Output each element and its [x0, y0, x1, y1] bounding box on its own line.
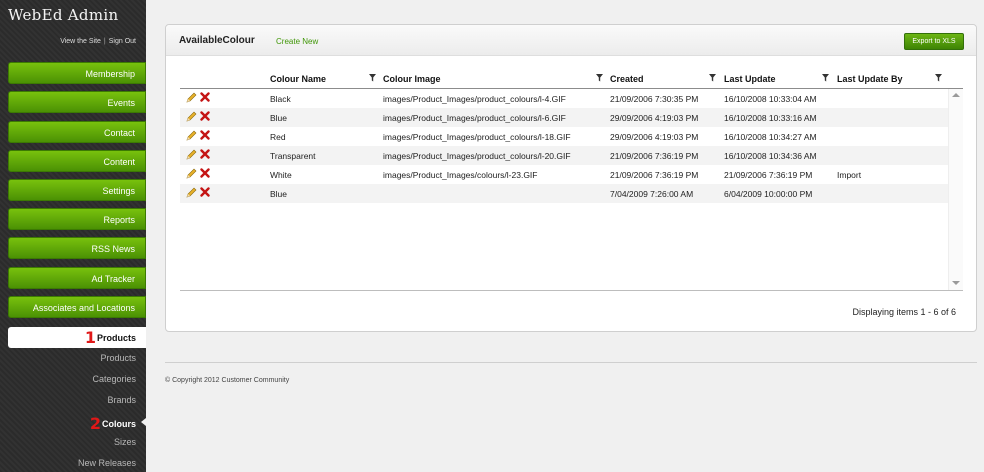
subnav-sizes[interactable]: Sizes [0, 437, 136, 447]
column-header-colour-image[interactable]: Colour Image [383, 74, 441, 84]
cell-colour-name: Black [270, 94, 291, 104]
link-separator: | [103, 38, 106, 45]
table-row[interactable]: White images/Product_Images/colours/l-23… [180, 165, 948, 184]
scroll-down-icon[interactable] [952, 281, 960, 285]
column-header-created[interactable]: Created [610, 74, 644, 84]
nav-ad-tracker[interactable]: Ad Tracker [8, 267, 146, 289]
table-row[interactable]: Red images/Product_Images/product_colour… [180, 127, 948, 146]
brand-logo: WebEd Admin [8, 6, 119, 24]
table-row[interactable]: Blue images/Product_Images/product_colou… [180, 108, 948, 127]
cell-last-update: 16/10/2008 10:34:36 AM [724, 151, 817, 161]
step-badge-1: 1 [84, 328, 96, 347]
subnav-brands[interactable]: Brands [0, 395, 136, 405]
cell-last-update: 21/09/2006 7:36:19 PM [724, 170, 813, 180]
grid-header: Colour Name Colour Image Created Last Up… [180, 69, 963, 89]
filter-icon[interactable] [822, 74, 829, 82]
cell-created: 21/09/2006 7:36:19 PM [610, 151, 699, 161]
cell-colour-image: images/Product_Images/product_colours/l-… [383, 113, 566, 123]
edit-pencil-icon[interactable] [185, 130, 197, 142]
cell-colour-image: images/Product_Images/colours/l-23.GIF [383, 170, 538, 180]
cell-colour-name: White [270, 170, 292, 180]
filter-icon[interactable] [709, 74, 716, 82]
filter-icon[interactable] [935, 74, 942, 82]
cell-created: 21/09/2006 7:30:35 PM [610, 94, 699, 104]
cell-colour-name: Red [270, 132, 286, 142]
export-xls-button[interactable]: Export to XLS [904, 33, 964, 50]
subnav-colours-label: Colours [101, 419, 136, 429]
active-pointer-icon [141, 418, 146, 426]
paging-info: Displaying items 1 - 6 of 6 [852, 307, 956, 317]
delete-icon[interactable] [200, 92, 210, 102]
create-new-link[interactable]: Create New [276, 37, 318, 46]
nav-associates-locations[interactable]: Associates and Locations [8, 296, 146, 318]
nav-settings[interactable]: Settings [8, 179, 146, 201]
sidebar: WebEd Admin View the Site | Sign Out Membe… [0, 0, 146, 472]
view-site-link[interactable]: View the Site [60, 38, 101, 45]
cell-colour-name: Blue [270, 189, 288, 199]
edit-pencil-icon[interactable] [185, 168, 197, 180]
nav-rss-news[interactable]: RSS News [8, 237, 146, 259]
table-row[interactable]: Transparent images/Product_Images/produc… [180, 146, 948, 165]
column-header-last-update-by[interactable]: Last Update By [837, 74, 903, 84]
nav-products-active[interactable]: 1Products [8, 327, 146, 348]
filter-icon[interactable] [596, 74, 603, 82]
delete-icon[interactable] [200, 111, 210, 121]
cell-colour-image: images/Product_Images/product_colours/l-… [383, 132, 571, 142]
edit-pencil-icon[interactable] [185, 92, 197, 104]
subnav-colours[interactable]: 2Colours [0, 414, 136, 433]
subnav-new-releases[interactable]: New Releases [0, 458, 136, 468]
sign-out-link[interactable]: Sign Out [109, 38, 136, 45]
copyright-text: © Copyright 2012 Customer Community [165, 377, 290, 384]
table-row[interactable]: Blue 7/04/2009 7:26:00 AM 6/04/2009 10:0… [180, 184, 948, 203]
top-links: View the Site | Sign Out [60, 38, 136, 45]
delete-icon[interactable] [200, 187, 210, 197]
nav-membership[interactable]: Membership [8, 62, 146, 84]
delete-icon[interactable] [200, 130, 210, 140]
nav-contact[interactable]: Contact [8, 121, 146, 143]
cell-colour-name: Blue [270, 113, 288, 123]
vertical-scrollbar[interactable] [948, 89, 963, 290]
cell-colour-name: Transparent [270, 151, 316, 161]
content-panel: AvailableColour Create New Export to XLS… [165, 24, 977, 332]
page-title: AvailableColour [179, 35, 255, 46]
cell-created: 7/04/2009 7:26:00 AM [610, 189, 694, 199]
cell-last-update: 6/04/2009 10:00:00 PM [724, 189, 813, 199]
cell-last-update-by: Import [837, 170, 862, 180]
nav-products-label: Products [96, 333, 136, 343]
cell-last-update: 16/10/2008 10:33:16 AM [724, 113, 817, 123]
delete-icon[interactable] [200, 168, 210, 178]
data-grid: Colour Name Colour Image Created Last Up… [180, 69, 963, 291]
filter-icon[interactable] [369, 74, 376, 82]
cell-created: 21/09/2006 7:36:19 PM [610, 170, 699, 180]
subnav-products[interactable]: Products [0, 353, 136, 363]
edit-pencil-icon[interactable] [185, 111, 197, 123]
column-header-colour-name[interactable]: Colour Name [270, 74, 326, 84]
nav-reports[interactable]: Reports [8, 208, 146, 230]
footer-divider [165, 362, 977, 363]
table-row[interactable]: Black images/Product_Images/product_colo… [180, 89, 948, 108]
panel-header: AvailableColour Create New Export to XLS [166, 25, 976, 56]
cell-colour-image: images/Product_Images/product_colours/l-… [383, 94, 566, 104]
cell-last-update: 16/10/2008 10:34:27 AM [724, 132, 817, 142]
nav-events[interactable]: Events [8, 91, 146, 113]
column-header-last-update[interactable]: Last Update [724, 74, 776, 84]
cell-colour-image: images/Product_Images/product_colours/l-… [383, 151, 571, 161]
step-badge-2: 2 [89, 414, 101, 433]
edit-pencil-icon[interactable] [185, 187, 197, 199]
nav-content[interactable]: Content [8, 150, 146, 172]
cell-last-update: 16/10/2008 10:33:04 AM [724, 94, 817, 104]
delete-icon[interactable] [200, 149, 210, 159]
subnav-categories[interactable]: Categories [0, 374, 136, 384]
cell-created: 29/09/2006 4:19:03 PM [610, 132, 699, 142]
edit-pencil-icon[interactable] [185, 149, 197, 161]
scroll-up-icon[interactable] [952, 93, 960, 97]
cell-created: 29/09/2006 4:19:03 PM [610, 113, 699, 123]
